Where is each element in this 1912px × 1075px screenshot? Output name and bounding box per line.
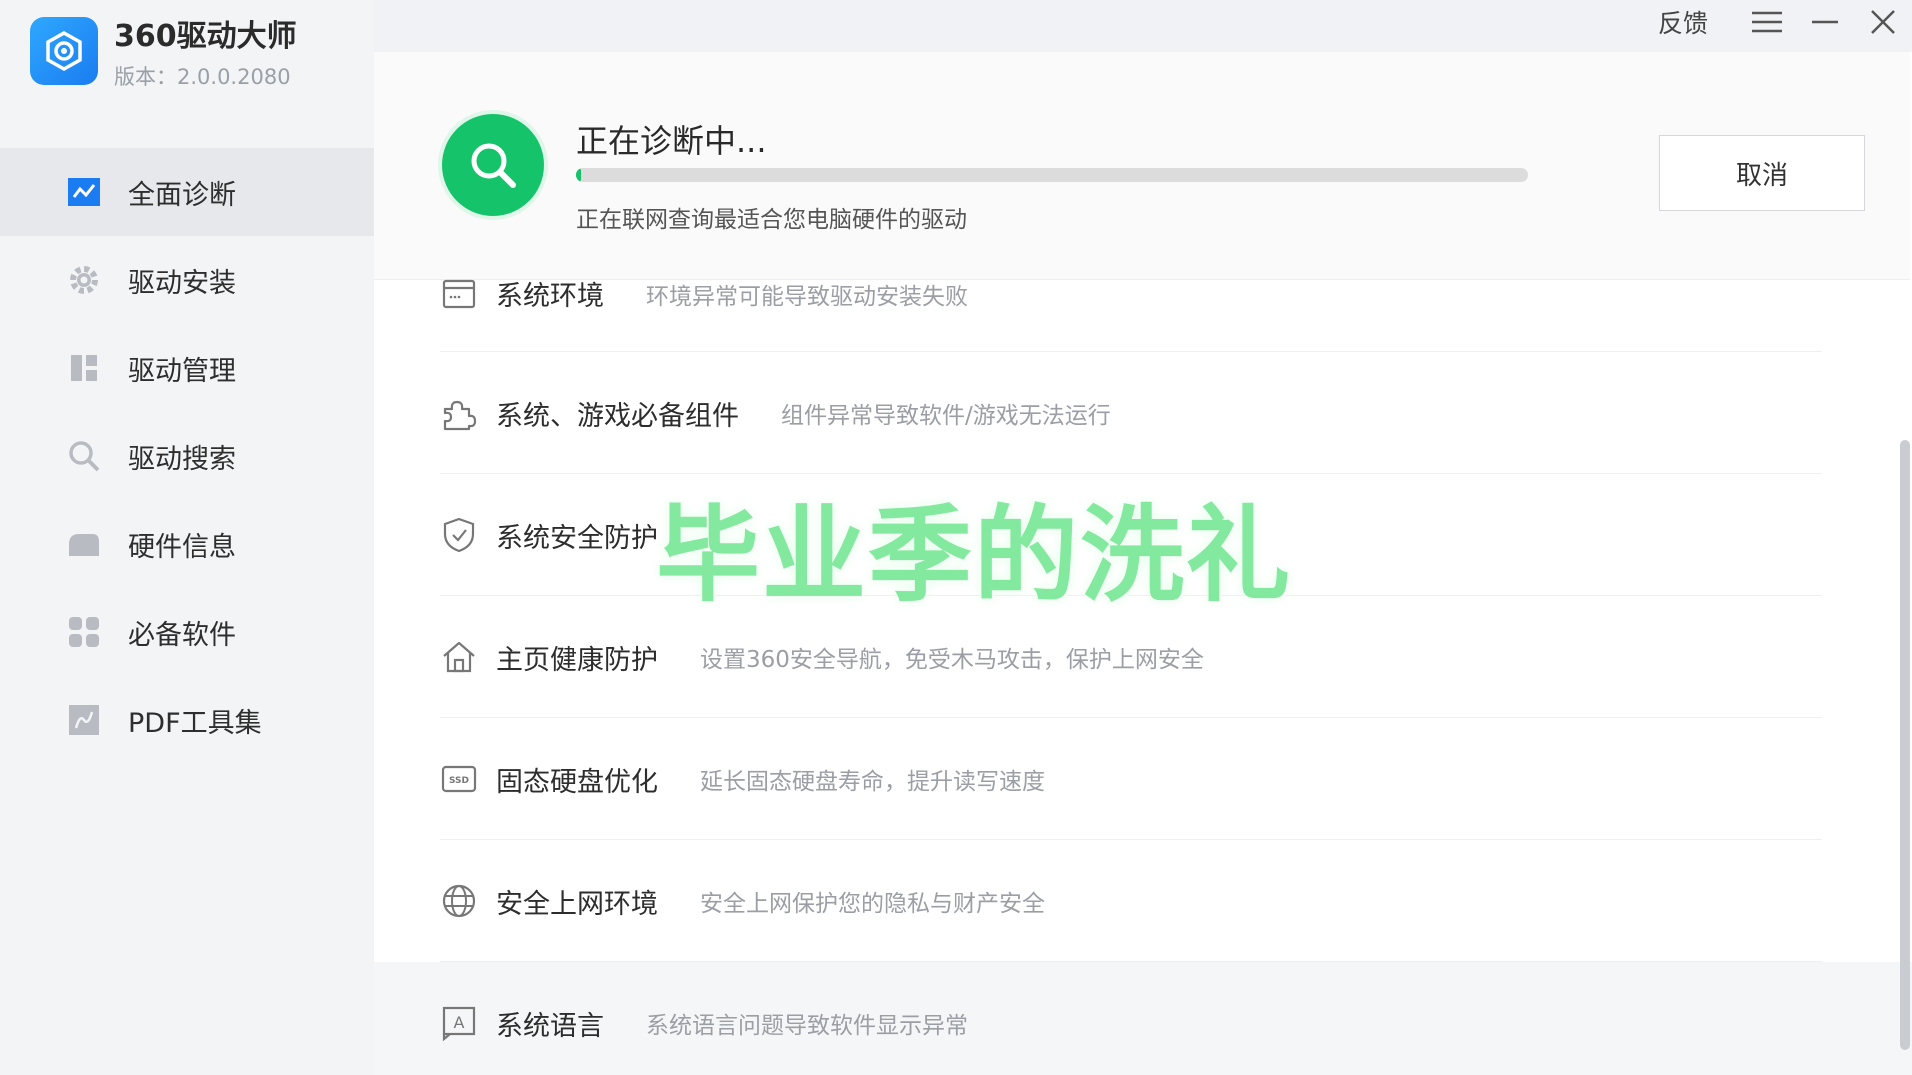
list-item-safe-browsing[interactable]: 安全上网环境 安全上网保护您的隐私与财产安全	[374, 840, 1912, 962]
puzzle-icon	[440, 394, 478, 432]
sidebar-item-driver-install[interactable]: 驱动安装	[0, 236, 374, 324]
brand: 360驱动大师 版本：2.0.0.2080	[30, 16, 297, 89]
row-title: 固态硬盘优化	[496, 766, 658, 798]
grid-manage-icon	[66, 350, 102, 386]
titlebar: 反馈	[1658, 0, 1912, 44]
scan-header: 正在诊断中... 正在联网查询最适合您电脑硬件的驱动 取消	[374, 52, 1910, 280]
row-title: 系统语言	[496, 1010, 604, 1042]
sidebar-item-essential-software[interactable]: 必备软件	[0, 588, 374, 676]
row-title: 安全上网环境	[496, 888, 658, 920]
scrollbar[interactable]	[1900, 440, 1910, 1050]
sidebar-item-label: PDF工具集	[128, 707, 262, 739]
sidebar-item-full-diagnosis[interactable]: 全面诊断	[0, 148, 374, 236]
hamburger-menu-icon[interactable]	[1738, 2, 1796, 42]
scan-progress-bar	[576, 168, 1528, 182]
sidebar-item-driver-search[interactable]: 驱动搜索	[0, 412, 374, 500]
app-logo-icon	[30, 17, 98, 85]
row-title: 系统安全防护	[496, 522, 658, 554]
svg-text:SSD: SSD	[449, 776, 469, 786]
ssd-icon: SSD	[440, 760, 478, 798]
pdf-icon	[66, 702, 102, 738]
row-description: 系统语言问题导致软件显示异常	[646, 1013, 968, 1039]
list-item-essential-components[interactable]: 系统、游戏必备组件 组件异常导致软件/游戏无法运行	[374, 352, 1912, 474]
sidebar: 360驱动大师 版本：2.0.0.2080 全面诊断 驱动安装 驱动管理 驱动搜…	[0, 0, 374, 1075]
sidebar-item-hardware-info[interactable]: 硬件信息	[0, 500, 374, 588]
row-description: 安全上网保护您的隐私与财产安全	[700, 891, 1045, 917]
minimize-icon[interactable]	[1796, 2, 1854, 42]
row-title: 主页健康防护	[496, 644, 658, 676]
scan-progress-fill	[576, 168, 581, 182]
diagnosis-list: 系统环境 环境异常可能导致驱动安装失败 系统、游戏必备组件 组件异常导致软件/游…	[374, 279, 1912, 1075]
list-item-system-environment[interactable]: 系统环境 环境异常可能导致驱动安装失败	[374, 279, 1912, 352]
home-icon	[440, 638, 478, 676]
row-description: 延长固态硬盘寿命，提升读写速度	[700, 769, 1045, 795]
sidebar-item-label: 驱动搜索	[128, 443, 236, 475]
row-description: 设置360安全导航，免受木马攻击，保护上网安全	[700, 647, 1204, 673]
svg-text:A: A	[454, 1013, 465, 1032]
window-icon	[440, 275, 478, 313]
search-icon	[66, 438, 102, 474]
list-item-system-language[interactable]: A 系统语言 系统语言问题导致软件显示异常	[374, 962, 1912, 1075]
feedback-link[interactable]: 反馈	[1658, 4, 1708, 40]
row-title: 系统环境	[496, 281, 604, 312]
sidebar-item-label: 必备软件	[128, 619, 236, 651]
overlay-caption: 毕业季的洗礼	[656, 494, 1293, 616]
close-icon[interactable]	[1854, 2, 1912, 42]
sidebar-nav: 全面诊断 驱动安装 驱动管理 驱动搜索 硬件信息 必备软件 PDF工具集	[0, 148, 374, 764]
scan-search-icon	[442, 114, 544, 216]
app-version: 版本：2.0.0.2080	[114, 65, 291, 89]
sidebar-item-label: 驱动管理	[128, 355, 236, 387]
row-description: 环境异常可能导致驱动安装失败	[646, 283, 968, 310]
language-icon: A	[440, 1004, 478, 1042]
diagnosis-chart-icon	[66, 174, 102, 210]
sidebar-item-label: 驱动安装	[128, 267, 236, 299]
gear-icon	[66, 262, 102, 298]
sidebar-item-driver-manage[interactable]: 驱动管理	[0, 324, 374, 412]
shield-icon	[440, 516, 478, 554]
hardware-icon	[66, 526, 102, 562]
sidebar-item-label: 全面诊断	[128, 179, 236, 211]
scan-subtitle: 正在联网查询最适合您电脑硬件的驱动	[576, 207, 967, 233]
row-description: 组件异常导致软件/游戏无法运行	[781, 403, 1111, 429]
list-item-ssd-optimize[interactable]: SSD 固态硬盘优化 延长固态硬盘寿命，提升读写速度	[374, 718, 1912, 840]
row-title: 系统、游戏必备组件	[496, 400, 739, 432]
globe-icon	[440, 882, 478, 920]
sidebar-item-label: 硬件信息	[128, 531, 236, 563]
sidebar-item-pdf-tools[interactable]: PDF工具集	[0, 676, 374, 764]
cancel-button[interactable]: 取消	[1659, 135, 1865, 211]
apps-grid-icon	[66, 614, 102, 650]
app-name: 360驱动大师	[114, 19, 297, 54]
scan-title: 正在诊断中...	[576, 122, 767, 160]
